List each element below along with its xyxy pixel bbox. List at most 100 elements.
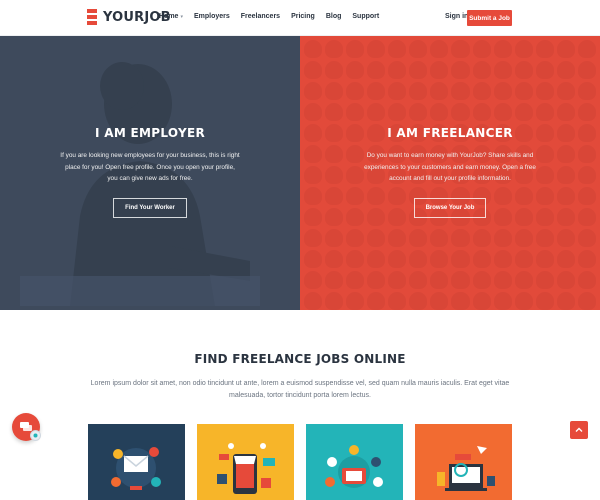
site-header: YOURJOB Home ▾ Employers Freelancers Pri… [0, 0, 600, 36]
face-tile [430, 103, 449, 121]
nav-item-employers[interactable]: Employers [194, 13, 230, 20]
face-tile [325, 250, 344, 268]
face-tile [451, 61, 470, 79]
face-tile [556, 40, 575, 58]
face-tile [388, 250, 407, 268]
online-shop-icon [217, 443, 275, 494]
face-tile [367, 250, 386, 268]
nav-blog-label: Blog [325, 13, 342, 20]
face-tile [430, 271, 449, 289]
face-tile [346, 82, 365, 100]
face-tile [304, 250, 323, 268]
face-tile [514, 82, 533, 100]
face-tile [325, 82, 344, 100]
face-tile [472, 292, 491, 310]
face-tile [304, 229, 323, 247]
face-tile [409, 229, 428, 247]
face-tile [556, 82, 575, 100]
face-tile [367, 271, 386, 289]
face-tile [346, 40, 365, 58]
face-tile [346, 103, 365, 121]
face-tile [577, 40, 596, 58]
face-tile [493, 61, 512, 79]
face-tile [325, 229, 344, 247]
face-tile [409, 271, 428, 289]
face-tile [346, 61, 365, 79]
face-tile [430, 292, 449, 310]
face-tile [514, 292, 533, 310]
face-tile [577, 250, 596, 268]
face-tile [409, 82, 428, 100]
face-tile [577, 103, 596, 121]
face-tile [346, 271, 365, 289]
nav-item-support[interactable]: Support [352, 13, 379, 20]
face-tile [451, 292, 470, 310]
face-tile [430, 40, 449, 58]
nav-item-pricing[interactable]: Pricing [291, 13, 315, 20]
face-tile [388, 229, 407, 247]
face-tile [430, 250, 449, 268]
nav-freelancers-label: Freelancers [240, 13, 281, 20]
face-tile [451, 229, 470, 247]
face-tile [388, 82, 407, 100]
chevron-down-icon: ▾ [180, 13, 183, 20]
face-tile [535, 61, 554, 79]
face-tile [430, 82, 449, 100]
face-tile [430, 61, 449, 79]
category-card-social[interactable] [306, 424, 403, 500]
face-tile [535, 250, 554, 268]
face-tile [388, 61, 407, 79]
face-tile [388, 40, 407, 58]
face-tile [388, 103, 407, 121]
face-tile [514, 40, 533, 58]
face-tile [556, 61, 575, 79]
find-worker-button[interactable]: Find Your Worker [113, 197, 187, 218]
face-tile [556, 292, 575, 310]
face-tile [535, 229, 554, 247]
face-tile [577, 82, 596, 100]
face-tile [514, 271, 533, 289]
freelancer-panel: I AM FREELANCER Do you want to earn mone… [300, 36, 600, 310]
sign-in-link[interactable]: Sign in [445, 13, 468, 20]
face-tile [346, 292, 365, 310]
face-tile [556, 271, 575, 289]
face-tile [493, 292, 512, 310]
face-tile [535, 82, 554, 100]
face-tile [346, 229, 365, 247]
submit-job-button[interactable]: Submit a Job [467, 10, 512, 26]
face-tile [472, 61, 491, 79]
freelancer-title: I AM FREELANCER [387, 126, 513, 140]
face-tile [493, 103, 512, 121]
face-tile [325, 103, 344, 121]
face-tile [367, 103, 386, 121]
category-card-email[interactable] [88, 424, 185, 500]
browse-job-button[interactable]: Browse Your Job [413, 197, 487, 218]
category-card-webdesign[interactable] [415, 424, 512, 500]
face-tile [451, 250, 470, 268]
face-tile [535, 292, 554, 310]
freelancer-content: I AM FREELANCER Do you want to earn mone… [300, 126, 600, 218]
nav-item-home[interactable]: Home ▾ [159, 13, 183, 20]
face-tile [577, 61, 596, 79]
face-tile [472, 229, 491, 247]
face-tile [409, 61, 428, 79]
employer-panel: I AM EMPLOYER If you are looking new emp… [0, 36, 300, 310]
nav-item-freelancers[interactable]: Freelancers [241, 13, 280, 20]
nav-item-blog[interactable]: Blog [326, 13, 342, 20]
face-tile [556, 103, 575, 121]
face-tile [493, 40, 512, 58]
logo-mark-icon [87, 9, 97, 25]
face-tile [535, 103, 554, 121]
face-tile [577, 292, 596, 310]
nav-pricing-label: Pricing [291, 13, 315, 20]
face-tile [535, 40, 554, 58]
section-title: FIND FREELANCE JOBS ONLINE [194, 352, 406, 366]
email-marketing-icon [111, 447, 161, 490]
face-tile [409, 292, 428, 310]
freelancer-text: Do you want to earn money with YourJob? … [364, 152, 536, 182]
scroll-top-button[interactable] [570, 421, 588, 439]
category-card-shop[interactable] [197, 424, 294, 500]
face-tile [367, 229, 386, 247]
face-tile [409, 103, 428, 121]
face-tile [493, 250, 512, 268]
